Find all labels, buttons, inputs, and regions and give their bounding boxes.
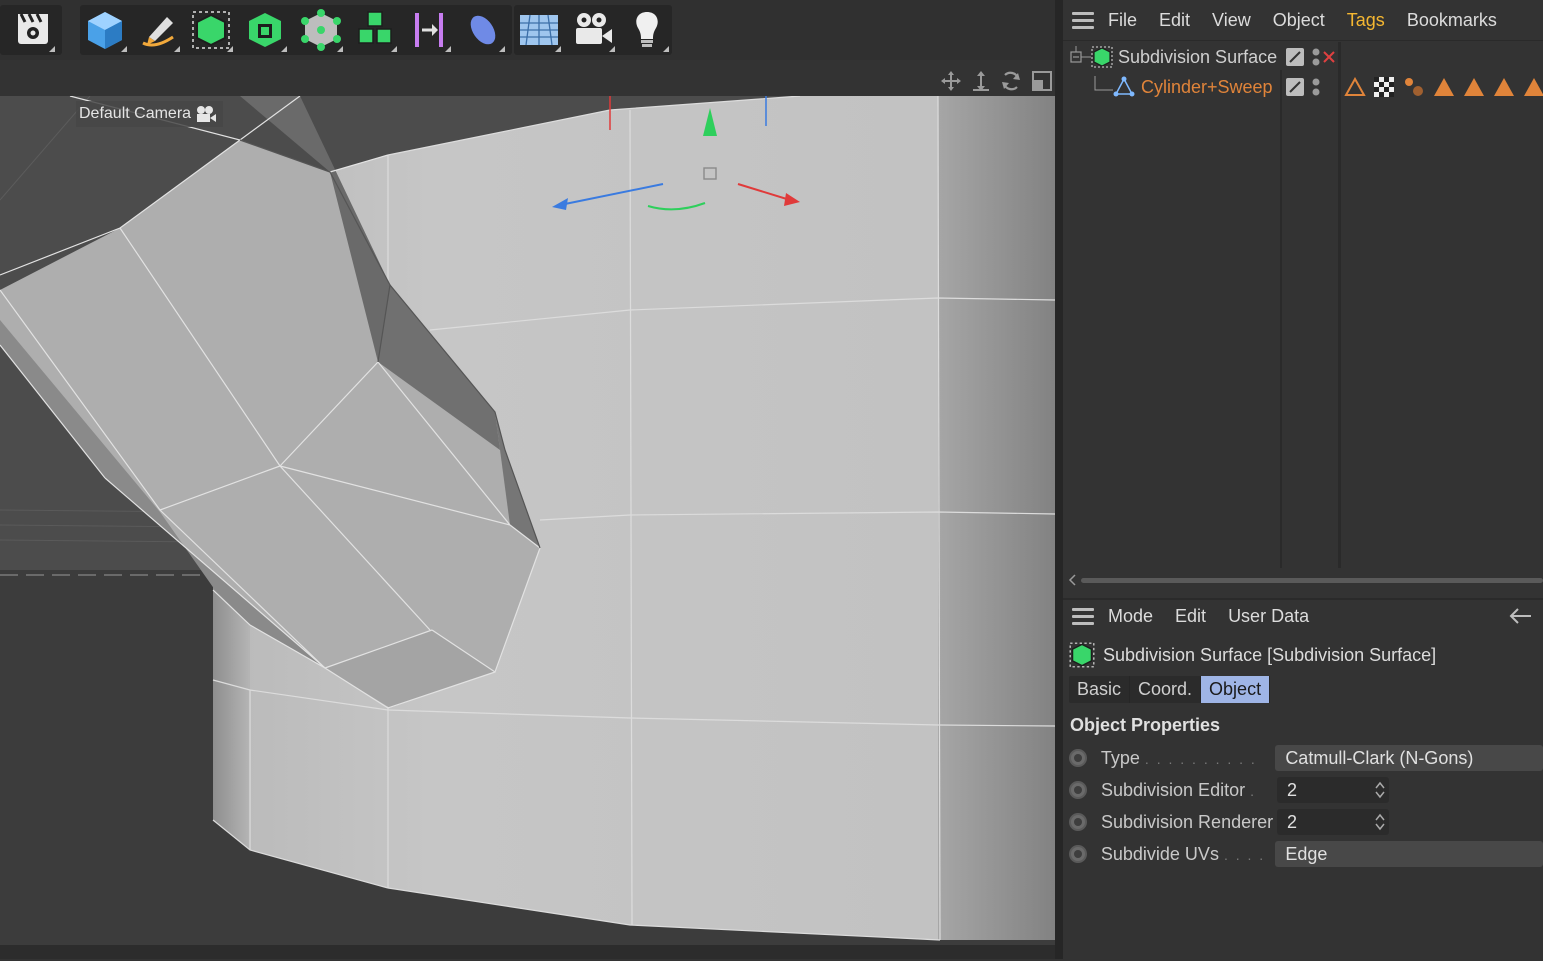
menu-edit[interactable]: Edit [1159, 10, 1190, 31]
field-icon[interactable] [458, 5, 508, 55]
scrollbar-thumb[interactable] [1081, 578, 1543, 583]
pen-icon[interactable] [133, 5, 183, 55]
menu-tags[interactable]: Tags [1347, 10, 1385, 31]
subdivision-surface-icon [1091, 46, 1113, 68]
animate-radio[interactable] [1069, 845, 1087, 863]
subdivision-surface-icon [1069, 642, 1095, 668]
subdivide-uvs-dropdown[interactable]: Edge [1275, 841, 1543, 867]
stepper-icon[interactable] [1375, 780, 1385, 800]
selection-tag-icon[interactable] [1403, 76, 1425, 98]
object-row-subdivision-surface[interactable]: Subdivision Surface [1063, 42, 1543, 72]
property-label: Subdivision Renderer [1101, 811, 1274, 832]
object-name[interactable]: Subdivision Surface [1118, 47, 1277, 68]
object-row-cylinder-sweep[interactable]: Cylinder+Sweep [1063, 72, 1543, 102]
animate-radio[interactable] [1069, 781, 1087, 799]
cloner-icon[interactable] [350, 5, 400, 55]
stepper-icon[interactable] [1375, 812, 1385, 832]
polygon-selection-tag-icon[interactable] [1523, 77, 1543, 97]
texture-tag-icon[interactable] [1373, 76, 1395, 98]
section-title: Object Properties [1070, 715, 1221, 735]
tree-branch-icon [1094, 76, 1113, 91]
column-divider [1338, 42, 1341, 568]
menu-object[interactable]: Object [1273, 10, 1325, 31]
visibility-dots-icon[interactable] [1311, 47, 1321, 67]
horizontal-scrollbar[interactable] [1063, 570, 1543, 590]
menu-view[interactable]: View [1212, 10, 1251, 31]
subdivision-editor-input[interactable]: 2 [1277, 777, 1389, 803]
tab-coord[interactable]: Coord. [1130, 676, 1202, 703]
back-arrow-icon[interactable] [1507, 607, 1533, 625]
camera-label[interactable]: Default Camera [76, 101, 224, 127]
panel-divider[interactable] [1055, 0, 1063, 959]
subdivision-renderer-input[interactable]: 2 [1277, 809, 1389, 835]
hamburger-menu-icon[interactable] [1072, 604, 1094, 629]
phong-tag-icon[interactable] [1344, 77, 1366, 97]
animate-radio[interactable] [1069, 813, 1087, 831]
property-label: Type . . . . . . . . . . [1100, 747, 1257, 768]
rotate-view-icon[interactable] [999, 69, 1023, 93]
attribute-manager: Mode Edit User Data Subdivision Surface … [1063, 598, 1543, 961]
layer-toggle-icon[interactable] [1285, 77, 1305, 97]
camera-icon [197, 106, 217, 122]
move-view-icon[interactable] [939, 69, 963, 93]
visibility-dots-icon[interactable] [1311, 77, 1321, 97]
property-subdivision-renderer: Subdivision Renderer 2 [1069, 808, 1543, 836]
divider [1063, 40, 1543, 41]
tab-basic[interactable]: Basic [1069, 676, 1131, 703]
menu-edit[interactable]: Edit [1175, 606, 1206, 627]
menu-mode[interactable]: Mode [1108, 606, 1153, 627]
subdivision-surface-icon[interactable] [186, 5, 236, 55]
tree-collapse-icon[interactable] [1069, 46, 1091, 68]
property-type: Type . . . . . . . . . . Catmull-Clark (… [1069, 744, 1543, 772]
object-name[interactable]: Cylinder+Sweep [1141, 77, 1273, 98]
scroll-left-icon[interactable] [1067, 573, 1077, 587]
attribute-manager-menubar: Mode Edit User Data [1063, 596, 1543, 636]
bend-deformer-icon[interactable] [404, 5, 454, 55]
viewport-scene [0, 96, 1055, 959]
maximize-view-icon[interactable] [1030, 69, 1054, 93]
type-dropdown[interactable]: Catmull-Clark (N-Gons) [1275, 745, 1543, 771]
zoom-view-icon[interactable] [969, 69, 993, 93]
object-manager-menubar: File Edit View Object Tags Bookmarks [1063, 0, 1543, 40]
polygon-object-icon [1113, 76, 1135, 97]
camera-icon[interactable] [568, 5, 618, 55]
symmetry-icon[interactable] [296, 5, 346, 55]
animate-radio[interactable] [1069, 749, 1087, 767]
property-label: Subdivision Editor . [1101, 779, 1256, 800]
property-label: Subdivide UVs . . . . [1100, 843, 1266, 864]
3d-viewport[interactable] [0, 96, 1055, 959]
cube-icon[interactable] [80, 5, 130, 55]
light-icon[interactable] [622, 5, 672, 55]
menu-bookmarks[interactable]: Bookmarks [1407, 10, 1497, 31]
hamburger-menu-icon[interactable] [1072, 8, 1094, 33]
attribute-title-text: Subdivision Surface [Subdivision Surface… [1103, 644, 1437, 665]
property-subdivide-uvs: Subdivide UVs . . . . Edge [1069, 840, 1543, 868]
attribute-tabs: Basic Coord. Object [1069, 676, 1271, 703]
polygon-selection-tag-icon[interactable] [1463, 77, 1485, 97]
attribute-title: Subdivision Surface [Subdivision Surface… [1069, 642, 1436, 668]
menu-file[interactable]: File [1108, 10, 1137, 31]
extrude-icon[interactable] [240, 5, 290, 55]
viewport-header [0, 64, 1058, 96]
floor-icon[interactable] [514, 5, 564, 55]
column-divider [1280, 70, 1282, 568]
property-subdivision-editor: Subdivision Editor . 2 [1069, 776, 1543, 804]
menu-user-data[interactable]: User Data [1228, 606, 1309, 627]
render-settings-icon[interactable] [8, 5, 58, 55]
layer-toggle-icon[interactable] [1285, 47, 1305, 67]
disabled-x-icon[interactable] [1322, 50, 1336, 64]
camera-label-text: Default Camera [79, 105, 192, 122]
main-toolbar [0, 0, 1058, 60]
tab-object[interactable]: Object [1201, 676, 1271, 703]
polygon-selection-tag-icon[interactable] [1493, 77, 1515, 97]
object-manager: File Edit View Object Tags Bookmarks Sub… [1063, 0, 1543, 598]
polygon-selection-tag-icon[interactable] [1433, 77, 1455, 97]
